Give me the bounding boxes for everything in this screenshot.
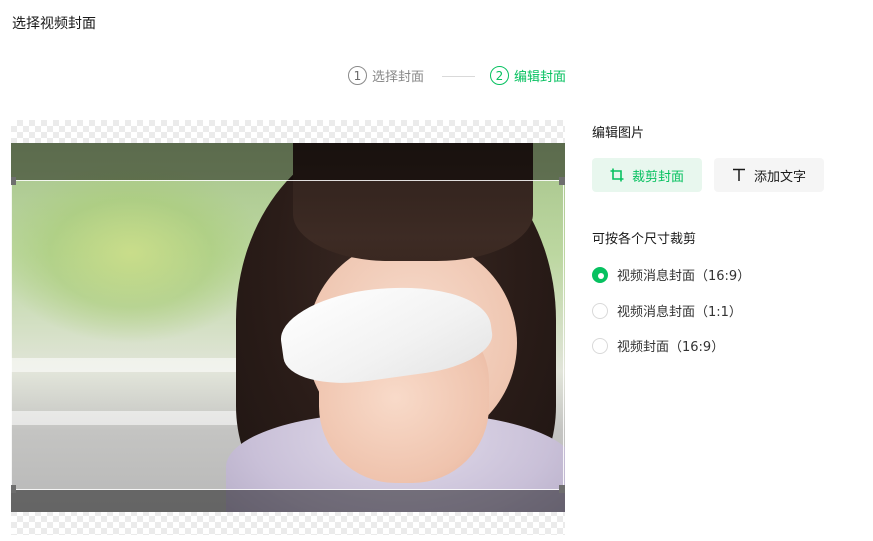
option-video-message-16-9[interactable]: 视频消息封面（16:9） (592, 265, 750, 284)
crop-mask-bottom (11, 490, 565, 512)
radio-button[interactable] (592, 266, 608, 283)
crop-handle-top-right[interactable] (559, 177, 565, 185)
cover-canvas[interactable] (11, 120, 565, 535)
step-indicator: 1 选择封面 2 编辑封面 (0, 66, 873, 88)
crop-mask-top (11, 143, 565, 180)
crop-cover-label: 裁剪封面 (631, 169, 684, 185)
add-text-label: 添加文字 (753, 169, 806, 185)
crop-handle-bottom-right[interactable] (559, 485, 565, 493)
crop-handle-top-left[interactable] (11, 177, 16, 185)
step-select-cover[interactable]: 1 选择封面 (348, 66, 424, 85)
step-edit-cover[interactable]: 2 编辑封面 (490, 66, 566, 85)
option-label: 视频消息封面（1:1） (617, 305, 742, 320)
text-icon (732, 168, 746, 182)
edit-image-title: 编辑图片 (592, 126, 645, 141)
step-number-1: 1 (348, 66, 367, 85)
crop-cover-button[interactable]: 裁剪封面 (592, 158, 702, 192)
crop-handle-bottom-left[interactable] (11, 485, 16, 493)
option-label: 视频封面（16:9） (617, 340, 725, 355)
step-number-2: 2 (490, 66, 509, 85)
crop-icon (610, 168, 624, 182)
radio-button[interactable] (592, 337, 608, 354)
option-label: 视频消息封面（16:9） (617, 269, 751, 284)
step-divider (442, 76, 475, 77)
crop-size-subtitle: 可按各个尺寸裁剪 (592, 232, 697, 247)
option-video-message-1-1[interactable]: 视频消息封面（1:1） (592, 301, 742, 320)
add-text-button[interactable]: 添加文字 (714, 158, 824, 192)
option-video-cover-16-9[interactable]: 视频封面（16:9） (592, 336, 724, 355)
crop-frame[interactable] (11, 177, 565, 493)
page-title: 选择视频封面 (12, 16, 96, 32)
step-label-2: 编辑封面 (514, 70, 567, 85)
step-label-1: 选择封面 (372, 70, 425, 85)
radio-button[interactable] (592, 302, 608, 319)
